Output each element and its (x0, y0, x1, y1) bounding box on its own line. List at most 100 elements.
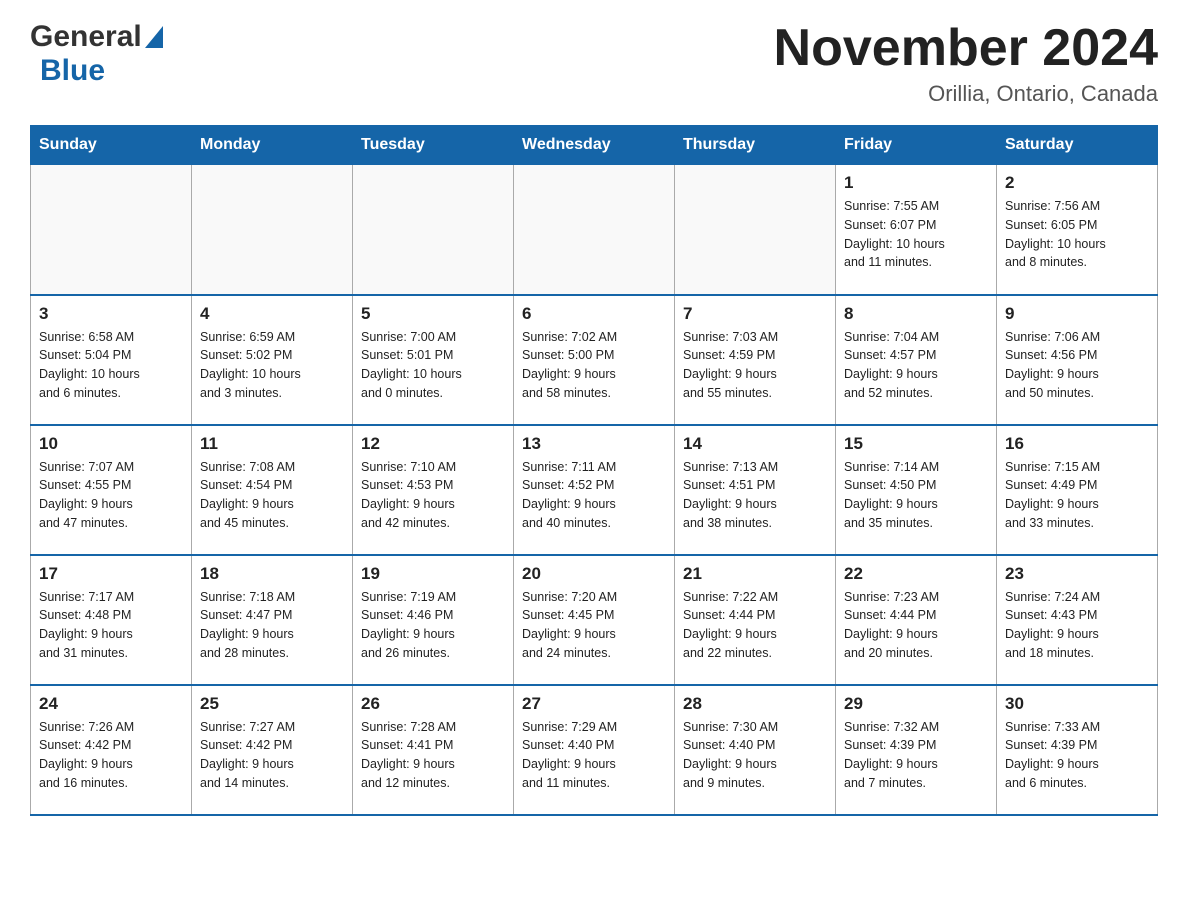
title-block: November 2024 Orillia, Ontario, Canada (774, 20, 1158, 107)
page-header: General Blue November 2024 Orillia, Onta… (30, 20, 1158, 107)
day-number: 2 (1005, 173, 1149, 193)
calendar-cell: 2 Sunrise: 7:56 AMSunset: 6:05 PMDaylight… (997, 165, 1158, 295)
day-info: Sunrise: 7:20 AMSunset: 4:45 PMDaylight:… (522, 588, 666, 663)
calendar-cell: 9 Sunrise: 7:06 AMSunset: 4:56 PMDaylight… (997, 295, 1158, 425)
day-number: 12 (361, 434, 505, 454)
day-info: Sunrise: 7:24 AMSunset: 4:43 PMDaylight:… (1005, 588, 1149, 663)
calendar-cell: 22 Sunrise: 7:23 AMSunset: 4:44 PMDayligh… (836, 555, 997, 685)
day-info: Sunrise: 7:00 AMSunset: 5:01 PMDaylight:… (361, 328, 505, 403)
day-info: Sunrise: 7:19 AMSunset: 4:46 PMDaylight:… (361, 588, 505, 663)
day-number: 29 (844, 694, 988, 714)
calendar-cell (675, 165, 836, 295)
calendar-cell: 6Sunrise: 7:02 AMSunset: 5:00 PMDaylight… (514, 295, 675, 425)
day-info: Sunrise: 7:22 AMSunset: 4:44 PMDaylight:… (683, 588, 827, 663)
day-number: 22 (844, 564, 988, 584)
day-info: Sunrise: 7:29 AMSunset: 4:40 PMDaylight:… (522, 718, 666, 793)
day-number: 19 (361, 564, 505, 584)
logo-blue-text: Blue (40, 54, 105, 88)
week-row-3: 10 Sunrise: 7:07 AMSunset: 4:55 PMDayligh… (31, 425, 1158, 555)
header-day-sunday: Sunday (31, 126, 192, 165)
week-row-2: 3Sunrise: 6:58 AMSunset: 5:04 PMDaylight… (31, 295, 1158, 425)
calendar-cell: 27 Sunrise: 7:29 AMSunset: 4:40 PMDayligh… (514, 685, 675, 815)
calendar-cell: 1 Sunrise: 7:55 AMSunset: 6:07 PMDaylight… (836, 165, 997, 295)
logo: General Blue (30, 20, 163, 88)
day-number: 7 (683, 304, 827, 324)
calendar-cell: 16Sunrise: 7:15 AMSunset: 4:49 PMDayligh… (997, 425, 1158, 555)
day-info: Sunrise: 7:55 AMSunset: 6:07 PMDaylight:… (844, 197, 988, 272)
logo-triangle-icon (145, 26, 163, 53)
day-info: Sunrise: 7:07 AMSunset: 4:55 PMDaylight:… (39, 458, 183, 533)
day-info: Sunrise: 7:04 AMSunset: 4:57 PMDaylight:… (844, 328, 988, 403)
day-number: 8 (844, 304, 988, 324)
month-title: November 2024 (774, 20, 1158, 77)
day-info: Sunrise: 7:06 AMSunset: 4:56 PMDaylight:… (1005, 328, 1149, 403)
calendar-cell: 23 Sunrise: 7:24 AMSunset: 4:43 PMDayligh… (997, 555, 1158, 685)
calendar-cell: 25 Sunrise: 7:27 AMSunset: 4:42 PMDayligh… (192, 685, 353, 815)
day-number: 6 (522, 304, 666, 324)
day-number: 16 (1005, 434, 1149, 454)
calendar-cell: 29 Sunrise: 7:32 AMSunset: 4:39 PMDayligh… (836, 685, 997, 815)
calendar-cell: 19 Sunrise: 7:19 AMSunset: 4:46 PMDayligh… (353, 555, 514, 685)
day-info: Sunrise: 7:10 AMSunset: 4:53 PMDaylight:… (361, 458, 505, 533)
header-day-wednesday: Wednesday (514, 126, 675, 165)
calendar-cell: 15Sunrise: 7:14 AMSunset: 4:50 PMDayligh… (836, 425, 997, 555)
calendar-cell: 13 Sunrise: 7:11 AMSunset: 4:52 PMDayligh… (514, 425, 675, 555)
day-info: Sunrise: 7:26 AMSunset: 4:42 PMDaylight:… (39, 718, 183, 793)
calendar-header: SundayMondayTuesdayWednesdayThursdayFrid… (31, 126, 1158, 165)
day-number: 13 (522, 434, 666, 454)
day-number: 26 (361, 694, 505, 714)
day-number: 21 (683, 564, 827, 584)
day-info: Sunrise: 7:23 AMSunset: 4:44 PMDaylight:… (844, 588, 988, 663)
header-day-friday: Friday (836, 126, 997, 165)
day-number: 23 (1005, 564, 1149, 584)
calendar-cell (514, 165, 675, 295)
header-day-tuesday: Tuesday (353, 126, 514, 165)
header-day-saturday: Saturday (997, 126, 1158, 165)
day-info: Sunrise: 7:32 AMSunset: 4:39 PMDaylight:… (844, 718, 988, 793)
calendar-cell: 14Sunrise: 7:13 AMSunset: 4:51 PMDayligh… (675, 425, 836, 555)
day-info: Sunrise: 7:33 AMSunset: 4:39 PMDaylight:… (1005, 718, 1149, 793)
header-row: SundayMondayTuesdayWednesdayThursdayFrid… (31, 126, 1158, 165)
day-info: Sunrise: 7:17 AMSunset: 4:48 PMDaylight:… (39, 588, 183, 663)
calendar-cell (353, 165, 514, 295)
day-number: 9 (1005, 304, 1149, 324)
day-info: Sunrise: 7:27 AMSunset: 4:42 PMDaylight:… (200, 718, 344, 793)
day-info: Sunrise: 6:59 AMSunset: 5:02 PMDaylight:… (200, 328, 344, 403)
calendar-cell: 7 Sunrise: 7:03 AMSunset: 4:59 PMDaylight… (675, 295, 836, 425)
day-number: 30 (1005, 694, 1149, 714)
day-number: 1 (844, 173, 988, 193)
week-row-1: 1 Sunrise: 7:55 AMSunset: 6:07 PMDaylight… (31, 165, 1158, 295)
calendar-cell (31, 165, 192, 295)
calendar-cell: 30 Sunrise: 7:33 AMSunset: 4:39 PMDayligh… (997, 685, 1158, 815)
calendar-cell: 17 Sunrise: 7:17 AMSunset: 4:48 PMDayligh… (31, 555, 192, 685)
week-row-4: 17 Sunrise: 7:17 AMSunset: 4:48 PMDayligh… (31, 555, 1158, 685)
day-info: Sunrise: 7:56 AMSunset: 6:05 PMDaylight:… (1005, 197, 1149, 272)
day-info: Sunrise: 7:30 AMSunset: 4:40 PMDaylight:… (683, 718, 827, 793)
day-number: 5 (361, 304, 505, 324)
week-row-5: 24 Sunrise: 7:26 AMSunset: 4:42 PMDayligh… (31, 685, 1158, 815)
day-info: Sunrise: 6:58 AMSunset: 5:04 PMDaylight:… (39, 328, 183, 403)
location-title: Orillia, Ontario, Canada (774, 81, 1158, 107)
day-number: 20 (522, 564, 666, 584)
day-info: Sunrise: 7:11 AMSunset: 4:52 PMDaylight:… (522, 458, 666, 533)
calendar-cell: 21 Sunrise: 7:22 AMSunset: 4:44 PMDayligh… (675, 555, 836, 685)
day-number: 25 (200, 694, 344, 714)
day-number: 17 (39, 564, 183, 584)
calendar-cell: 26Sunrise: 7:28 AMSunset: 4:41 PMDayligh… (353, 685, 514, 815)
calendar-cell: 20 Sunrise: 7:20 AMSunset: 4:45 PMDayligh… (514, 555, 675, 685)
day-number: 4 (200, 304, 344, 324)
day-number: 27 (522, 694, 666, 714)
day-number: 10 (39, 434, 183, 454)
calendar-cell: 10 Sunrise: 7:07 AMSunset: 4:55 PMDayligh… (31, 425, 192, 555)
day-info: Sunrise: 7:18 AMSunset: 4:47 PMDaylight:… (200, 588, 344, 663)
day-info: Sunrise: 7:03 AMSunset: 4:59 PMDaylight:… (683, 328, 827, 403)
calendar-cell: 24 Sunrise: 7:26 AMSunset: 4:42 PMDayligh… (31, 685, 192, 815)
day-number: 14 (683, 434, 827, 454)
header-day-monday: Monday (192, 126, 353, 165)
day-number: 24 (39, 694, 183, 714)
calendar-cell (192, 165, 353, 295)
calendar-cell: 8 Sunrise: 7:04 AMSunset: 4:57 PMDaylight… (836, 295, 997, 425)
day-info: Sunrise: 7:14 AMSunset: 4:50 PMDaylight:… (844, 458, 988, 533)
calendar-cell: 4 Sunrise: 6:59 AMSunset: 5:02 PMDaylight… (192, 295, 353, 425)
calendar-cell: 5 Sunrise: 7:00 AMSunset: 5:01 PMDaylight… (353, 295, 514, 425)
